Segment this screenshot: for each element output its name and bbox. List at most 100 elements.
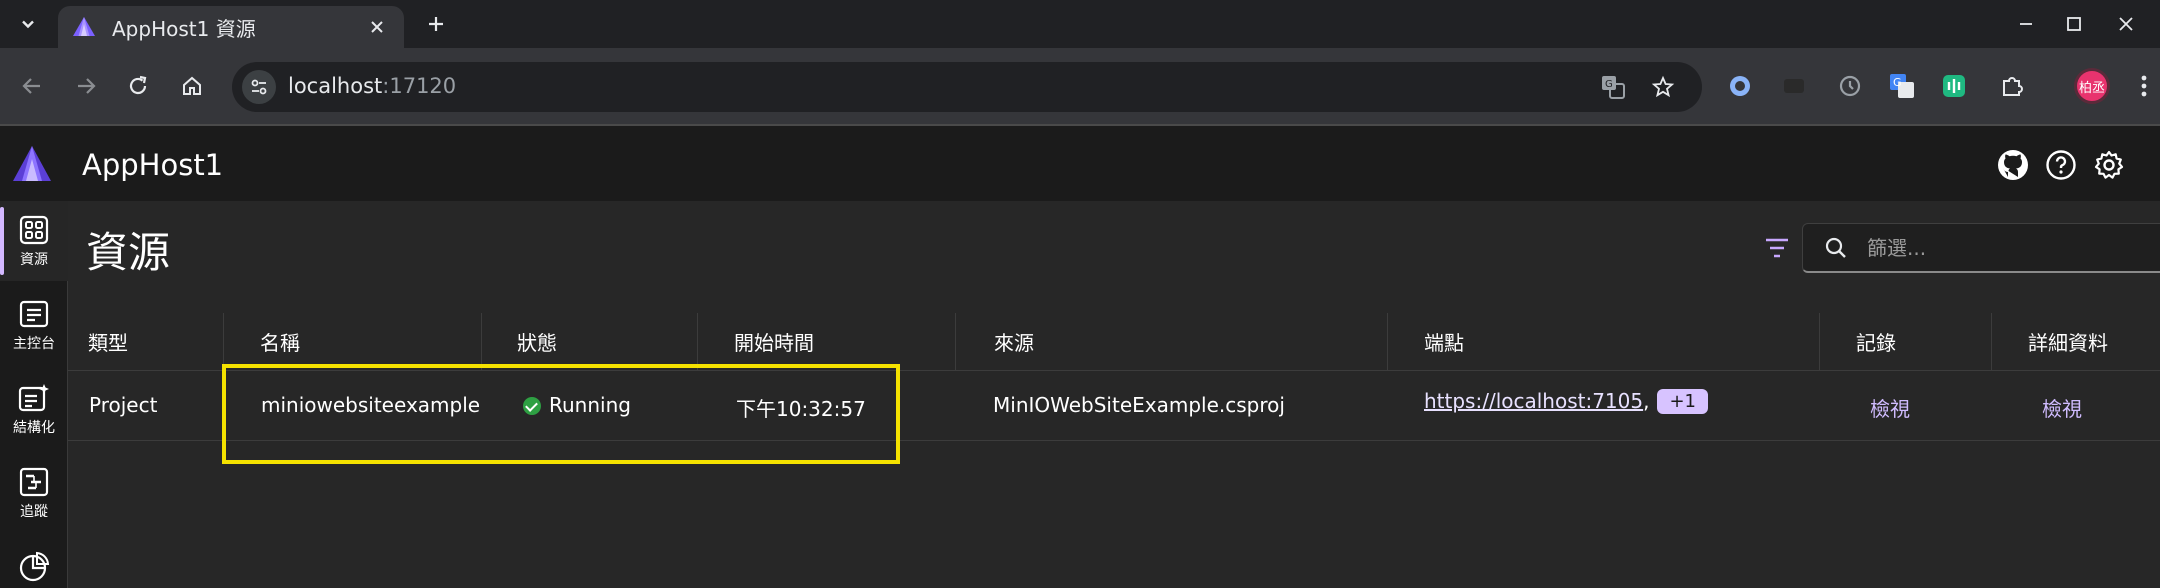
audio-extension-icon — [1943, 75, 1965, 97]
column-header-state[interactable]: 狀態 — [517, 327, 557, 356]
star-icon — [1651, 75, 1675, 98]
grid-header-row: 類型 名稱 狀態 開始時間 來源 端點 記錄 詳細資料 — [68, 313, 2160, 371]
reload-icon — [129, 75, 147, 95]
nav-item-label: 主控台 — [13, 336, 55, 352]
github-icon — [1998, 150, 2028, 180]
arrow-left-icon — [22, 78, 40, 94]
cell-source: MinIOWebSiteExample.csproj — [993, 393, 1285, 417]
nav-item-traces[interactable]: 追蹤 — [0, 453, 68, 533]
browser-menu-button[interactable] — [2134, 70, 2154, 102]
google-translate-icon: G — [1890, 74, 1914, 98]
url-host: localhost — [288, 74, 383, 98]
column-divider[interactable] — [1387, 313, 1388, 371]
column-header-name[interactable]: 名稱 — [260, 327, 300, 356]
profile-avatar[interactable]: 柏丞 — [2074, 68, 2110, 104]
extension-dark-button[interactable] — [1778, 70, 1810, 102]
column-divider[interactable] — [1991, 313, 1992, 371]
home-button[interactable] — [172, 66, 212, 106]
nav-item-structured-logs[interactable]: 結構化 — [0, 369, 68, 449]
address-bar[interactable]: localhost:17120 G — [232, 62, 1702, 112]
maximize-icon — [2067, 17, 2081, 31]
filter-search-box[interactable] — [1802, 223, 2160, 273]
aspire-logo-icon — [73, 17, 95, 36]
view-logs-link[interactable]: 檢視 — [1870, 393, 1910, 422]
close-icon — [371, 21, 383, 33]
extension-ring-button[interactable] — [1724, 70, 1756, 102]
site-info-button[interactable] — [242, 70, 276, 104]
column-divider[interactable] — [955, 313, 956, 371]
help-button[interactable] — [2044, 148, 2078, 182]
more-vertical-icon — [2141, 75, 2147, 97]
traces-icon — [19, 467, 49, 497]
tab-close-button[interactable] — [364, 14, 390, 40]
new-tab-button[interactable] — [422, 10, 450, 38]
forward-button[interactable] — [66, 66, 106, 106]
column-divider[interactable] — [1819, 313, 1820, 371]
url-text: localhost:17120 — [288, 74, 456, 98]
dark-extension-icon — [1784, 79, 1804, 93]
view-details-link[interactable]: 檢視 — [2042, 393, 2082, 422]
search-icon — [1821, 233, 1851, 263]
left-nav: 資源 主控台 結構化 追蹤 — [0, 201, 68, 588]
endpoint-link[interactable]: https://localhost:7105 — [1424, 389, 1643, 413]
resources-icon — [19, 215, 49, 245]
aspire-logo-icon[interactable] — [12, 145, 52, 183]
filter-button[interactable] — [1760, 231, 1794, 265]
window-close-button[interactable] — [2096, 8, 2156, 40]
minimize-icon — [2020, 23, 2032, 25]
home-icon — [183, 76, 201, 95]
nav-item-label: 資源 — [20, 252, 48, 268]
column-header-details[interactable]: 詳細資料 — [2028, 327, 2108, 356]
plus-icon — [429, 17, 443, 31]
ring-extension-icon — [1730, 76, 1750, 96]
column-header-start-time[interactable]: 開始時間 — [734, 327, 814, 356]
nav-item-console[interactable]: 主控台 — [0, 285, 68, 365]
column-header-logs[interactable]: 記錄 — [1856, 327, 1896, 356]
app-header: AppHost1 — [0, 124, 2160, 201]
extension-audio-button[interactable] — [1938, 70, 1970, 102]
back-button[interactable] — [12, 66, 52, 106]
github-button[interactable] — [1996, 148, 2030, 182]
browser-toolbar: localhost:17120 G G 柏丞 — [0, 48, 2160, 124]
column-divider[interactable] — [481, 313, 482, 371]
sync-extension-icon — [1839, 75, 1861, 97]
column-divider[interactable] — [697, 313, 698, 371]
maximize-button[interactable] — [2044, 8, 2104, 40]
cell-endpoints: https://localhost:7105, +1 — [1424, 389, 1709, 414]
extension-google-translate-button[interactable]: G — [1886, 70, 1918, 102]
nav-item-resources[interactable]: 資源 — [0, 201, 68, 281]
url-port: :17120 — [382, 74, 457, 98]
structured-logs-icon — [18, 384, 49, 412]
help-icon — [2046, 150, 2076, 180]
column-header-source[interactable]: 來源 — [994, 327, 1034, 356]
more-endpoints-badge[interactable]: +1 — [1657, 389, 1709, 414]
column-header-type[interactable]: 類型 — [88, 327, 128, 356]
column-header-endpoints[interactable]: 端點 — [1424, 327, 1464, 356]
reload-button[interactable] — [118, 66, 158, 106]
bookmark-button[interactable] — [1648, 72, 1678, 102]
browser-tab-active[interactable]: AppHost1 資源 — [58, 6, 404, 48]
metrics-icon — [19, 551, 50, 582]
tab-search-button[interactable] — [14, 10, 42, 38]
app-title[interactable]: AppHost1 — [82, 148, 223, 182]
filter-input[interactable] — [1867, 235, 2147, 260]
tune-icon — [251, 79, 267, 95]
extensions-menu-button[interactable] — [1996, 70, 2028, 102]
chevron-down-icon — [22, 20, 34, 29]
settings-button[interactable] — [2092, 148, 2126, 182]
translate-button[interactable]: G — [1598, 72, 1628, 102]
endpoint-separator: , — [1643, 389, 1650, 413]
svg-text:G: G — [1605, 79, 1613, 90]
highlight-box — [222, 364, 900, 464]
console-icon — [19, 300, 49, 328]
tab-title: AppHost1 資源 — [112, 16, 256, 41]
nav-item-label: 追蹤 — [20, 504, 48, 520]
close-icon — [2119, 17, 2133, 31]
nav-item-metrics[interactable] — [0, 537, 68, 588]
column-divider[interactable] — [223, 313, 224, 371]
puzzle-icon — [2003, 77, 2023, 96]
extension-sync-button[interactable] — [1834, 70, 1866, 102]
page-title: 資源 — [86, 228, 171, 277]
cell-type: Project — [89, 393, 158, 417]
arrow-right-icon — [78, 78, 96, 94]
